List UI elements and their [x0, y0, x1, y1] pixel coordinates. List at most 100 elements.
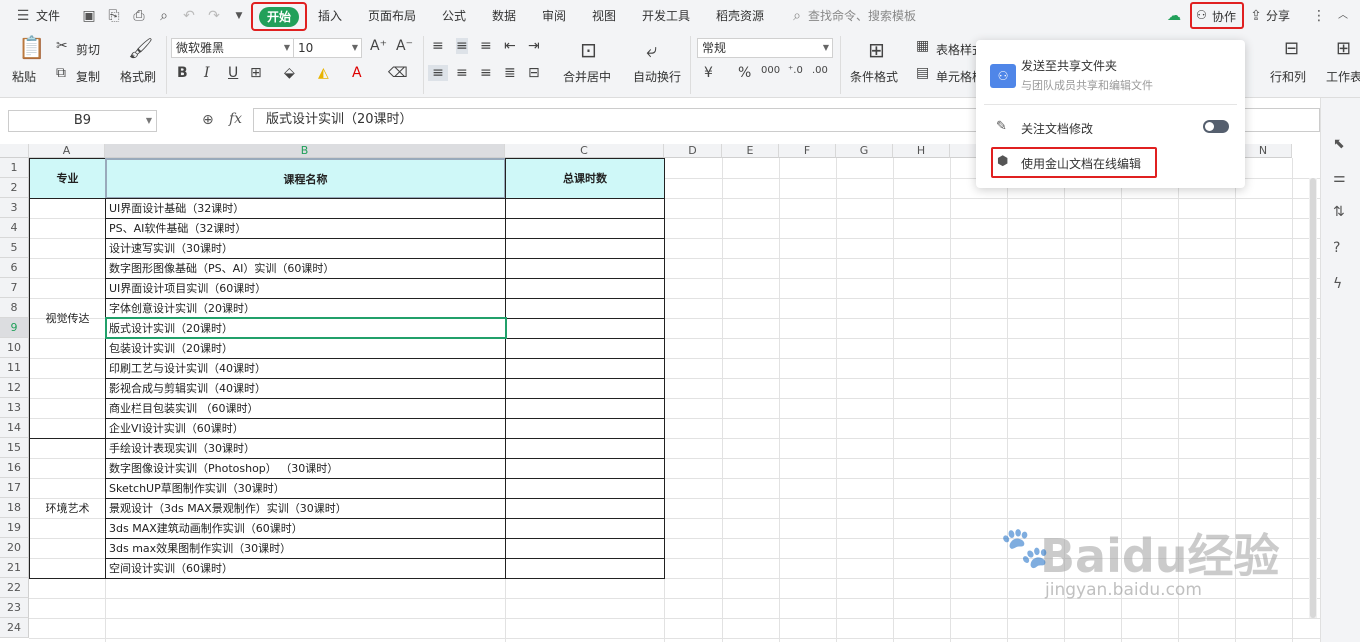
- paste-icon[interactable]: 📋: [18, 36, 45, 61]
- italic-button[interactable]: I: [204, 65, 210, 81]
- fill-color-icon[interactable]: ◭: [318, 65, 329, 81]
- row-header-10[interactable]: 10: [0, 338, 29, 358]
- course-cell[interactable]: 影视合成与剪辑实训（40课时）: [105, 378, 506, 399]
- underline-button[interactable]: U: [228, 65, 238, 81]
- print-preview-icon[interactable]: ⌕: [155, 7, 173, 25]
- font-size-select[interactable]: 10 ▼: [293, 38, 362, 58]
- format-painter-button[interactable]: 格式刷: [120, 68, 156, 85]
- increase-font-icon[interactable]: A⁺: [370, 38, 387, 54]
- copy-icon[interactable]: ⧉: [56, 65, 66, 81]
- transform-icon[interactable]: ⇅: [1333, 204, 1345, 220]
- font-name-select[interactable]: 微软雅黑 ▼: [171, 38, 294, 58]
- row-header-20[interactable]: 20: [0, 538, 29, 558]
- align-middle-icon[interactable]: ≡: [456, 38, 468, 54]
- row-header-9[interactable]: 9: [0, 318, 29, 338]
- column-header-f[interactable]: F: [779, 144, 836, 158]
- course-cell[interactable]: 数字图形图像基础（PS、AI）实训（60课时）: [105, 258, 506, 279]
- group-cell-environment[interactable]: 环境艺术: [29, 438, 106, 579]
- table-style-icon[interactable]: ▦: [916, 38, 929, 54]
- hours-cell[interactable]: [505, 278, 665, 299]
- bold-button[interactable]: B: [177, 65, 188, 81]
- wrap-text-icon[interactable]: ⤶: [646, 38, 657, 62]
- row-header-15[interactable]: 15: [0, 438, 29, 458]
- row-header-12[interactable]: 12: [0, 378, 29, 398]
- column-header-g[interactable]: G: [836, 144, 893, 158]
- align-bottom-icon[interactable]: ≡: [480, 38, 492, 54]
- hours-cell[interactable]: [505, 438, 665, 459]
- share-icon[interactable]: ⇪: [1247, 7, 1265, 25]
- decrease-font-icon[interactable]: A⁻: [396, 38, 413, 54]
- course-cell[interactable]: 印刷工艺与设计实训（40课时）: [105, 358, 506, 379]
- zoom-search-icon[interactable]: ⊕: [202, 112, 214, 128]
- tab-review[interactable]: 审阅: [542, 7, 566, 24]
- rows-cols-button[interactable]: 行和列: [1270, 68, 1306, 85]
- column-header-d[interactable]: D: [664, 144, 722, 158]
- course-cell[interactable]: 景观设计（3ds MAX景观制作）实训（30课时）: [105, 498, 506, 519]
- worksheet-icon[interactable]: ⊞: [1336, 38, 1351, 59]
- header-course[interactable]: 课程名称: [105, 158, 506, 199]
- shape-fill-icon[interactable]: ⬙: [284, 65, 295, 81]
- collapse-ribbon-icon[interactable]: ︿: [1334, 7, 1352, 25]
- increase-decimal-icon[interactable]: ⁺.0: [788, 65, 803, 76]
- column-header-b[interactable]: B: [105, 144, 505, 158]
- menu-file[interactable]: 文件: [36, 7, 60, 24]
- tab-page-layout[interactable]: 页面布局: [368, 7, 416, 24]
- more-icon[interactable]: ⋮: [1310, 7, 1328, 25]
- course-cell[interactable]: 数字图像设计实训（Photoshop） （30课时）: [105, 458, 506, 479]
- scissors-icon[interactable]: ✂: [56, 38, 68, 54]
- follow-toggle[interactable]: [1203, 120, 1229, 133]
- send-shared-title[interactable]: 发送至共享文件夹: [1021, 57, 1117, 74]
- hours-cell[interactable]: [505, 418, 665, 439]
- row-header-7[interactable]: 7: [0, 278, 29, 298]
- course-cell[interactable]: 版式设计实训（20课时）: [105, 318, 506, 339]
- column-header-e[interactable]: E: [722, 144, 779, 158]
- row-header-5[interactable]: 5: [0, 238, 29, 258]
- course-cell[interactable]: 设计速写实训（30课时）: [105, 238, 506, 259]
- hours-cell[interactable]: [505, 398, 665, 419]
- column-header-h[interactable]: H: [893, 144, 950, 158]
- rows-cols-icon[interactable]: ⊟: [1284, 38, 1299, 59]
- row-header-17[interactable]: 17: [0, 478, 29, 498]
- merge-center-icon[interactable]: ⊡: [580, 38, 597, 62]
- row-header-24[interactable]: 24: [0, 618, 29, 638]
- hours-cell[interactable]: [505, 518, 665, 539]
- row-header-11[interactable]: 11: [0, 358, 29, 378]
- hours-cell[interactable]: [505, 218, 665, 239]
- row-header-23[interactable]: 23: [0, 598, 29, 618]
- hours-cell[interactable]: [505, 498, 665, 519]
- row-header-16[interactable]: 16: [0, 458, 29, 478]
- cond-format-button[interactable]: 条件格式: [850, 68, 898, 85]
- save-icon[interactable]: ▣: [80, 7, 98, 25]
- course-cell[interactable]: UI界面设计基础（32课时）: [105, 198, 506, 219]
- thousands-button[interactable]: 000: [761, 65, 780, 76]
- align-right-icon[interactable]: ≡: [480, 65, 492, 81]
- indent-increase-icon[interactable]: ⇥: [528, 38, 540, 54]
- header-major[interactable]: 专业: [29, 158, 106, 199]
- align-left-icon[interactable]: ≡: [428, 65, 448, 81]
- justify-icon[interactable]: ≣: [504, 65, 516, 81]
- hours-cell[interactable]: [505, 358, 665, 379]
- course-cell[interactable]: 包装设计实训（20课时）: [105, 338, 506, 359]
- select-all-corner[interactable]: [0, 144, 29, 158]
- cut-button[interactable]: 剪切: [76, 41, 100, 58]
- cloud-sync-icon[interactable]: ☁: [1165, 7, 1183, 25]
- lightning-icon[interactable]: ϟ: [1333, 276, 1342, 292]
- row-header-2[interactable]: 2: [0, 178, 29, 198]
- percent-button[interactable]: %: [738, 65, 751, 81]
- course-cell[interactable]: 企业VI设计实训（60课时）: [105, 418, 506, 439]
- course-cell[interactable]: 3ds max效果图制作实训（30课时）: [105, 538, 506, 559]
- row-header-18[interactable]: 18: [0, 498, 29, 518]
- align-center-icon[interactable]: ≡: [456, 65, 468, 81]
- clear-format-icon[interactable]: ⌫: [388, 65, 408, 81]
- header-hours[interactable]: 总课时数: [505, 158, 665, 199]
- column-header-c[interactable]: C: [505, 144, 664, 158]
- number-format-select[interactable]: 常规 ▼: [697, 38, 833, 58]
- row-header-4[interactable]: 4: [0, 218, 29, 238]
- row-header-21[interactable]: 21: [0, 558, 29, 578]
- tab-developer[interactable]: 开发工具: [642, 7, 690, 24]
- copy-button[interactable]: 复制: [76, 68, 100, 85]
- worksheet-button[interactable]: 工作表: [1326, 68, 1360, 85]
- hours-cell[interactable]: [505, 338, 665, 359]
- hours-cell[interactable]: [505, 378, 665, 399]
- undo-icon[interactable]: ↶: [180, 7, 198, 25]
